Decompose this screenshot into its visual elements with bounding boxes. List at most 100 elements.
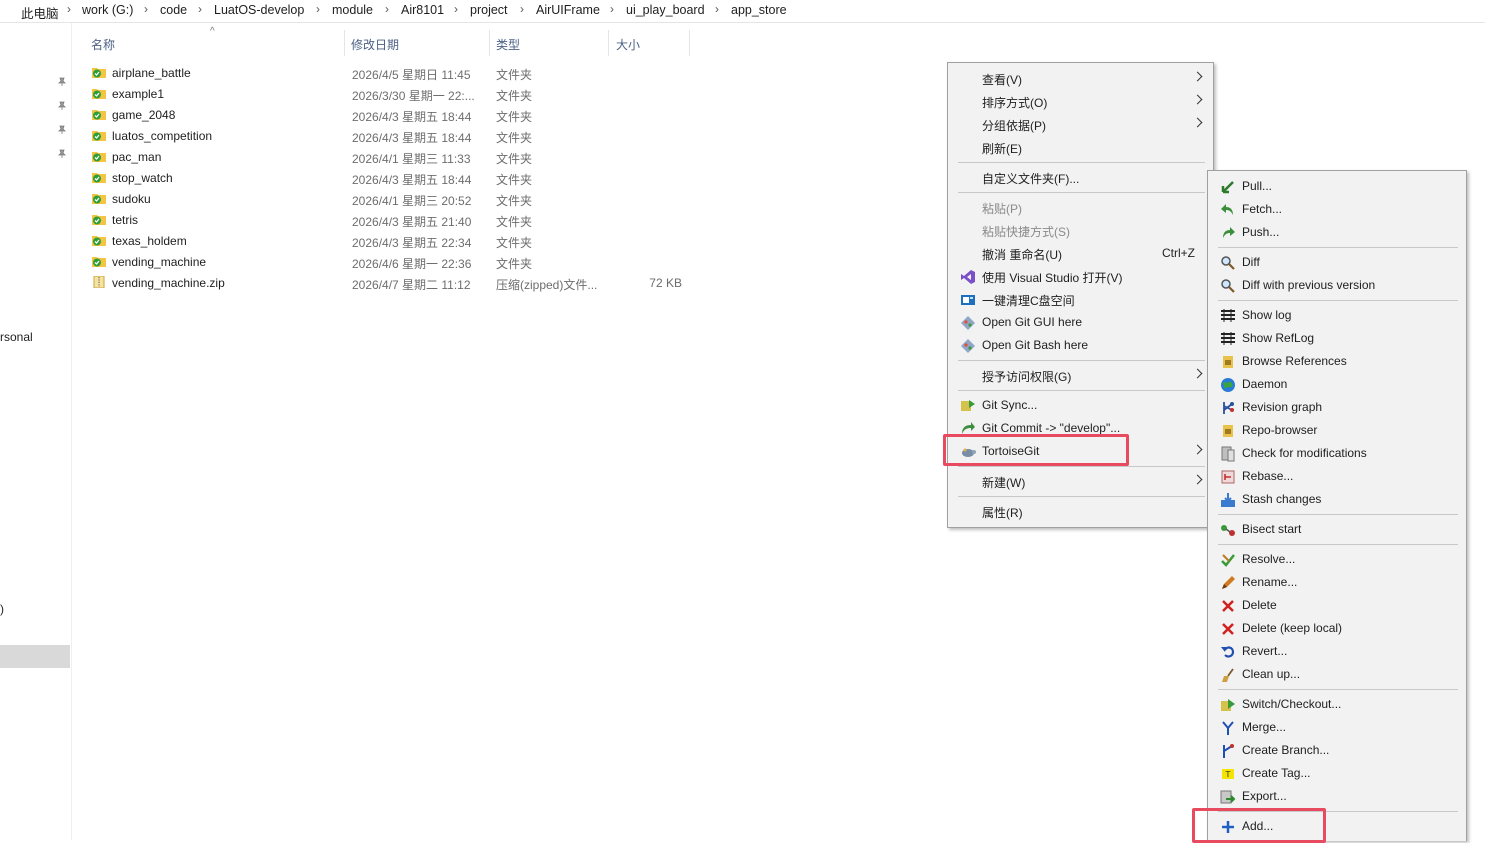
file-modified-date: 2026/4/6 星期一 22:36 [352,257,472,271]
menu-item-git-commit[interactable]: Git Commit -> "develop"... [950,417,1211,440]
file-row[interactable]: luatos_competition 2026/4/3 星期五 18:44 文件夹 [86,126,686,147]
menu-item-properties[interactable]: 属性(R) [950,500,1211,523]
file-row[interactable]: texas_holdem 2026/4/3 星期五 22:34 文件夹 [86,231,686,252]
pin-icon[interactable] [57,149,67,159]
menu-item-resolve[interactable]: Resolve... [1210,548,1464,571]
breadcrumb-separator[interactable]: › [520,2,524,16]
menu-item-undo-rename[interactable]: 撤消 重命名(U) Ctrl+Z [950,242,1211,265]
menu-item-open-visual-studio[interactable]: 使用 Visual Studio 打开(V) [950,265,1211,288]
menu-item-git-sync[interactable]: Git Sync... [950,394,1211,417]
breadcrumb-module[interactable]: module [332,3,373,17]
menu-item-create-branch[interactable]: Create Branch... [1210,739,1464,762]
column-divider[interactable] [689,30,690,56]
menu-item-clean-up[interactable]: Clean up... [1210,663,1464,686]
breadcrumb-separator[interactable]: › [198,2,202,16]
breadcrumb-ui-play-board[interactable]: ui_play_board [626,3,705,17]
nav-item-personal[interactable]: rsonal [0,330,33,344]
breadcrumb-separator[interactable]: › [610,2,614,16]
column-header-name[interactable]: 名称 [91,36,115,53]
column-divider[interactable] [489,30,490,56]
breadcrumb-separator[interactable]: › [715,2,719,16]
revision-graph-icon [1223,402,1234,414]
column-header-modified[interactable]: 修改日期 [351,36,399,53]
pin-icon[interactable] [57,101,67,111]
menu-item-export[interactable]: Export... [1210,785,1464,808]
file-row[interactable]: stop_watch 2026/4/3 星期五 18:44 文件夹 [86,168,686,189]
menu-item-browse-references[interactable]: Browse References [1210,350,1464,373]
menu-item-delete-keep-local[interactable]: Delete (keep local) [1210,617,1464,640]
menu-item-new[interactable]: 新建(W) [950,470,1211,493]
file-row[interactable]: vending_machine 2026/4/6 星期一 22:36 文件夹 [86,252,686,273]
menu-item-customize-folder[interactable]: 自定义文件夹(F)... [950,166,1211,189]
column-divider[interactable] [344,30,345,56]
breadcrumb-luatos-develop[interactable]: LuatOS-develop [214,3,304,17]
diff-magnifier-icon [1221,279,1235,293]
breadcrumb-separator[interactable]: › [144,2,148,16]
menu-item-sort[interactable]: 排序方式(O) [950,90,1211,113]
tortoisegit-icon [962,448,976,457]
context-menu: 查看(V) 排序方式(O) 分组依据(P) 刷新(E) 自定义文件夹(F)...… [947,62,1214,528]
column-header-type[interactable]: 类型 [496,36,520,53]
menu-item-push[interactable]: Push... [1210,221,1464,244]
menu-item-diff[interactable]: Diff [1210,251,1464,274]
menu-item-switch-checkout[interactable]: Switch/Checkout... [1210,693,1464,716]
breadcrumb-project[interactable]: project [470,3,508,17]
menu-item-bisect-start[interactable]: Bisect start [1210,518,1464,541]
menu-item-paste[interactable]: 粘贴(P) [950,196,1211,219]
menu-item-stash-changes[interactable]: Stash changes [1210,488,1464,511]
menu-item-show-log[interactable]: Show log [1210,304,1464,327]
file-row[interactable]: example1 2026/3/30 星期一 22:... 文件夹 [86,84,686,105]
menu-separator [958,162,1205,163]
breadcrumb-separator[interactable]: › [316,2,320,16]
menu-item-revision-graph[interactable]: Revision graph [1210,396,1464,419]
column-header-size[interactable]: 大小 [616,36,640,53]
menu-item-paste-shortcut[interactable]: 粘贴快捷方式(S) [950,219,1211,242]
menu-item-delete[interactable]: Delete [1210,594,1464,617]
menu-item-diff-previous[interactable]: Diff with previous version [1210,274,1464,297]
menu-item-repo-browser[interactable]: Repo-browser [1210,419,1464,442]
breadcrumb-airuiframe[interactable]: AirUIFrame [536,3,600,17]
breadcrumb-air8101[interactable]: Air8101 [401,3,444,17]
file-row[interactable]: airplane_battle 2026/4/5 星期日 11:45 文件夹 [86,63,686,84]
file-row[interactable]: sudoku 2026/4/1 星期三 20:52 文件夹 [86,189,686,210]
menu-item-pull[interactable]: Pull... [1210,175,1464,198]
breadcrumb-app-store[interactable]: app_store [731,3,787,17]
menu-item-daemon[interactable]: Daemon [1210,373,1464,396]
file-row[interactable]: pac_man 2026/4/1 星期三 11:33 文件夹 [86,147,686,168]
pin-icon[interactable] [57,77,67,87]
pin-icon[interactable] [57,125,67,135]
menu-item-git-bash[interactable]: Open Git Bash here [950,334,1211,357]
file-row[interactable]: vending_machine.zip 2026/4/7 星期二 11:12 压缩(… [86,273,686,294]
menu-item-refresh[interactable]: 刷新(E) [950,136,1211,159]
menu-item-rename[interactable]: Rename... [1210,571,1464,594]
menu-item-fetch[interactable]: Fetch... [1210,198,1464,221]
navigation-pane[interactable]: rsonal ) [0,23,72,840]
menu-item-add[interactable]: Add... [1210,815,1464,838]
menu-item-group[interactable]: 分组依据(P) [950,113,1211,136]
file-modified-date: 2026/4/7 星期二 11:12 [352,278,471,292]
nav-item-selected[interactable] [0,645,70,668]
menu-item-clean-c-drive[interactable]: 一键清理C盘空间 [950,288,1211,311]
file-row[interactable]: tetris 2026/4/3 星期五 21:40 文件夹 [86,210,686,231]
menu-item-git-gui[interactable]: Open Git GUI here [950,311,1211,334]
menu-item-tortoisegit[interactable]: TortoiseGit [950,440,1211,463]
menu-item-show-reflog[interactable]: Show RefLog [1210,327,1464,350]
create-tag-icon: T [1222,769,1234,779]
menu-item-check-modifications[interactable]: Check for modifications [1210,442,1464,465]
breadcrumb-this-pc[interactable]: 此电脑 [21,3,59,22]
menu-item-rebase[interactable]: Rebase... [1210,465,1464,488]
nav-item-drive[interactable]: ) [0,602,4,616]
menu-item-grant-access[interactable]: 授予访问权限(G) [950,364,1211,387]
breadcrumb-separator[interactable]: › [454,2,458,16]
menu-item-revert[interactable]: Revert... [1210,640,1464,663]
menu-item-merge[interactable]: Merge... [1210,716,1464,739]
menu-item-view[interactable]: 查看(V) [950,67,1211,90]
file-row[interactable]: game_2048 2026/4/3 星期五 18:44 文件夹 [86,105,686,126]
folder-git-clean-icon [92,215,106,225]
breadcrumb-code[interactable]: code [160,3,187,17]
column-divider[interactable] [608,30,609,56]
menu-item-create-tag[interactable]: T Create Tag... [1210,762,1464,785]
breadcrumb-work-drive[interactable]: work (G:) [82,3,133,17]
breadcrumb-separator[interactable]: › [67,2,71,16]
breadcrumb-separator[interactable]: › [385,2,389,16]
